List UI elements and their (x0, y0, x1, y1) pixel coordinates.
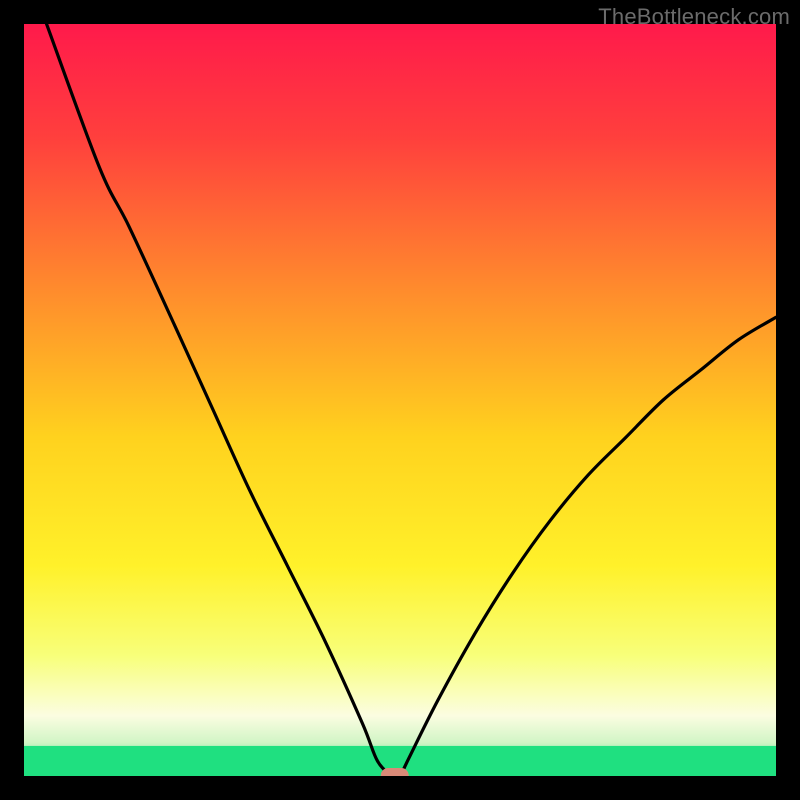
chart-frame: TheBottleneck.com (0, 0, 800, 800)
attribution-watermark: TheBottleneck.com (598, 4, 790, 30)
chart-minimum-marker (381, 768, 409, 776)
chart-plot-area (24, 24, 776, 776)
bottleneck-chart (24, 24, 776, 776)
